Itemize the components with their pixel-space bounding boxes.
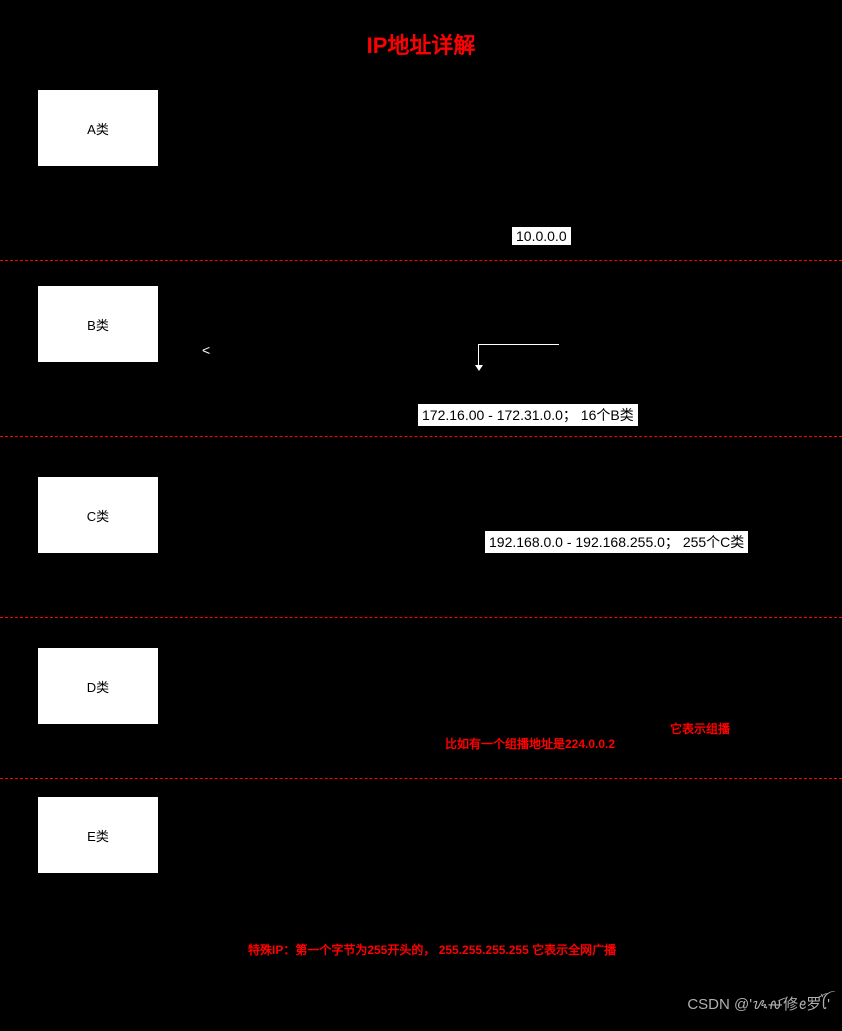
arrow-icon <box>478 344 559 365</box>
class-d-box: D类 <box>38 648 158 724</box>
class-e-label: E类 <box>87 826 109 845</box>
class-b-label: B类 <box>87 315 109 334</box>
class-a-box: A类 <box>38 90 158 166</box>
class-c-box: C类 <box>38 477 158 553</box>
class-b-badge: 172.16.00 - 172.31.0.0； 16个B类 <box>418 404 638 426</box>
page-title: IP地址详解 <box>0 0 842 60</box>
special-ip-note: 特殊IP：第一个字节为255开头的， 255.255.255.255 它表示全网… <box>248 941 616 958</box>
angle-bracket: < <box>202 342 210 358</box>
class-b-box: B类 <box>38 286 158 362</box>
class-a-badge: 10.0.0.0 <box>512 227 571 245</box>
class-d-note1: 比如有一个组播地址是224.0.0.2 <box>445 735 615 752</box>
class-d-label: D类 <box>87 677 109 696</box>
watermark: CSDN @'ᝰꫛ修ꫀ罗ꪶꪸ' <box>687 989 830 1021</box>
section-c: C类 192.168.0.0 - 192.168.255.0； 255个C类 <box>0 437 842 618</box>
class-e-box: E类 <box>38 797 158 873</box>
section-d: D类 比如有一个组播地址是224.0.0.2 它表示组播 <box>0 618 842 779</box>
section-a: A类 10.0.0.0 <box>0 60 842 261</box>
section-b: B类 < 172.16.00 - 172.31.0.0； 16个B类 <box>0 261 842 437</box>
class-c-badge: 192.168.0.0 - 192.168.255.0； 255个C类 <box>485 531 748 553</box>
class-d-note2: 它表示组播 <box>670 720 730 737</box>
section-e: E类 特殊IP：第一个字节为255开头的， 255.255.255.255 它表… <box>0 779 842 989</box>
class-c-label: C类 <box>87 506 109 525</box>
class-a-label: A类 <box>87 119 109 138</box>
